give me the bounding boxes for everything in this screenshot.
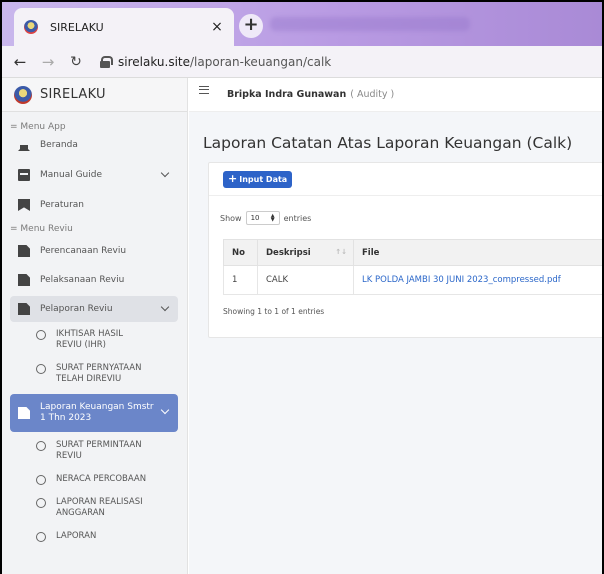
- input-data-button[interactable]: + Input Data: [223, 170, 293, 188]
- sidebar-item-pelaksanaan[interactable]: Pelaksanaan Reviu: [10, 267, 178, 293]
- sort-icon: ↑↓: [335, 248, 347, 256]
- sidebar-item-label: Pelaksanaan Reviu: [40, 275, 125, 285]
- main-content: Laporan Catatan Atas Laporan Keuangan (C…: [189, 112, 602, 574]
- table-header-row: No Deskripsi ↑↓ File: [223, 239, 602, 266]
- circle-icon: [36, 364, 46, 374]
- url-path: /laporan-keuangan/calk: [190, 54, 332, 69]
- sidebar-item-perencanaan[interactable]: Perencanaan Reviu: [10, 238, 178, 264]
- sidebar-item-manual-guide[interactable]: Manual Guide: [10, 162, 178, 188]
- user-role: ( Audity ): [350, 89, 395, 100]
- sidebar-subitem-ihr[interactable]: IKHTISAR HASIL REVIU (IHR): [36, 322, 187, 357]
- sidebar-subitem-label: LAPORAN: [56, 531, 97, 541]
- page-title: Laporan Catatan Atas Laporan Keuangan (C…: [203, 134, 573, 152]
- file-icon: [18, 303, 30, 315]
- col-header-no[interactable]: No: [223, 239, 258, 266]
- brand[interactable]: SIRELAKU: [2, 78, 187, 112]
- show-label: Show: [220, 213, 242, 223]
- circle-icon: [36, 498, 46, 508]
- sidebar-subitem-laporan[interactable]: LAPORAN: [36, 525, 187, 548]
- sidebar-subitem-neraca[interactable]: NERACA PERCOBAAN: [36, 468, 187, 491]
- circle-icon: [36, 330, 46, 340]
- entries-label: entries: [283, 213, 312, 223]
- top-navbar: Bripka Indra Gunawan ( Audity ): [189, 78, 602, 112]
- brand-name: SIRELAKU: [40, 87, 106, 102]
- sidebar-subitem-surat-permintaan[interactable]: SURAT PERMINTAAN REVIU: [36, 432, 187, 468]
- cell-no: 1: [223, 265, 258, 295]
- sidebar-subitem-label: SURAT PERNYATAAN TELAH DIREVIU: [56, 363, 142, 384]
- sidebar-subitem-label: LAPORAN REALISASI ANGGARAN: [56, 497, 143, 518]
- lock-icon[interactable]: [100, 55, 113, 68]
- circle-icon: [36, 532, 46, 542]
- sidebar-item-pelaporan[interactable]: Pelaporan Reviu: [10, 296, 178, 322]
- blurred-tab: [270, 17, 470, 31]
- reload-icon[interactable]: ↻: [62, 54, 90, 70]
- circle-icon: [36, 441, 46, 451]
- sidebar-item-peraturan[interactable]: Peraturan: [10, 192, 178, 218]
- sidebar-item-laporan-keuangan[interactable]: Laporan Keuangan Smstr 1 Thn 2023: [10, 394, 178, 432]
- address-bar[interactable]: sirelaku.site/laporan-keuangan/calk: [118, 55, 331, 69]
- file-icon: [18, 407, 30, 419]
- hamburger-menu-icon[interactable]: [199, 85, 209, 94]
- favicon-icon: [24, 20, 38, 34]
- data-table: No Deskripsi ↑↓ File 1 CALK LK POLDA JAMB…: [223, 239, 602, 295]
- sidebar: SIRELAKU = Menu App Beranda Manual Guide…: [2, 78, 188, 574]
- new-tab-button[interactable]: +: [239, 14, 263, 38]
- entries-value: 10: [250, 214, 260, 222]
- browser-window: SIRELAKU × + ← → ↻ sirelaku.site/laporan…: [0, 0, 604, 574]
- close-icon[interactable]: ×: [210, 19, 224, 35]
- forward-arrow-icon[interactable]: →: [34, 53, 62, 71]
- user-name: Bripka Indra Gunawan: [227, 89, 347, 100]
- chevron-down-icon: [160, 168, 170, 178]
- plus-icon: +: [228, 172, 238, 185]
- col-header-deskripsi[interactable]: Deskripsi ↑↓: [257, 239, 354, 266]
- select-arrows-icon: ▲ ▼: [270, 213, 275, 223]
- sidebar-item-label: Laporan Keuangan Smstr 1 Thn 2023: [40, 402, 154, 423]
- sidebar-subitem-label: NERACA PERCOBAAN: [56, 474, 147, 484]
- sidebar-item-label: Manual Guide: [40, 170, 102, 180]
- bookmark-icon: [18, 199, 30, 211]
- logo-icon: [14, 85, 32, 104]
- file-icon: [18, 274, 30, 286]
- tab-strip: SIRELAKU × +: [2, 2, 602, 46]
- card-header: + Input Data: [209, 163, 602, 196]
- home-icon: [18, 139, 30, 151]
- table-info: Showing 1 to 1 of 1 entries: [223, 307, 325, 316]
- tab-title: SIRELAKU: [50, 20, 104, 34]
- circle-icon: [36, 475, 46, 485]
- browser-tab[interactable]: SIRELAKU ×: [14, 8, 234, 46]
- cell-deskripsi: CALK: [257, 265, 354, 295]
- section-header-reviu: = Menu Reviu: [10, 224, 73, 234]
- browser-toolbar: ← → ↻ sirelaku.site/laporan-keuangan/cal…: [2, 46, 602, 78]
- sidebar-item-label: Perencanaan Reviu: [40, 246, 127, 256]
- chevron-down-icon: [160, 405, 170, 415]
- sidebar-item-label: Pelaporan Reviu: [40, 304, 113, 314]
- sidebar-subitem-label: SURAT PERMINTAAN REVIU: [56, 440, 142, 461]
- url-domain: sirelaku.site: [118, 54, 190, 69]
- chevron-down-icon: [160, 302, 170, 312]
- sidebar-subitem-label: IKHTISAR HASIL REVIU (IHR): [56, 329, 123, 350]
- book-icon: [18, 169, 30, 181]
- back-arrow-icon[interactable]: ←: [6, 53, 34, 71]
- entries-length-control: Show 10 ▲ ▼ entries: [220, 211, 311, 225]
- sidebar-item-beranda[interactable]: Beranda: [10, 132, 178, 158]
- entries-select[interactable]: 10 ▲ ▼: [245, 211, 280, 225]
- cell-file-link[interactable]: LK POLDA JAMBI 30 JUNI 2023_compressed.p…: [353, 265, 602, 295]
- sidebar-item-label: Peraturan: [40, 200, 85, 210]
- section-header-app: = Menu App: [10, 122, 66, 132]
- file-icon: [18, 245, 30, 257]
- table-row: 1 CALK LK POLDA JAMBI 30 JUNI 2023_compr…: [223, 265, 602, 295]
- sidebar-item-label: Beranda: [40, 140, 78, 150]
- col-header-file[interactable]: File: [353, 239, 602, 266]
- data-card: + Input Data Show 10 ▲ ▼ entries No Deskr…: [208, 162, 602, 338]
- input-data-label: Input Data: [239, 174, 288, 184]
- sidebar-subitem-surat-pernyataan[interactable]: SURAT PERNYATAAN TELAH DIREVIU: [36, 357, 187, 391]
- col-header-deskripsi-label: Deskripsi: [266, 247, 311, 258]
- sidebar-subitem-lra[interactable]: LAPORAN REALISASI ANGGARAN: [36, 491, 187, 525]
